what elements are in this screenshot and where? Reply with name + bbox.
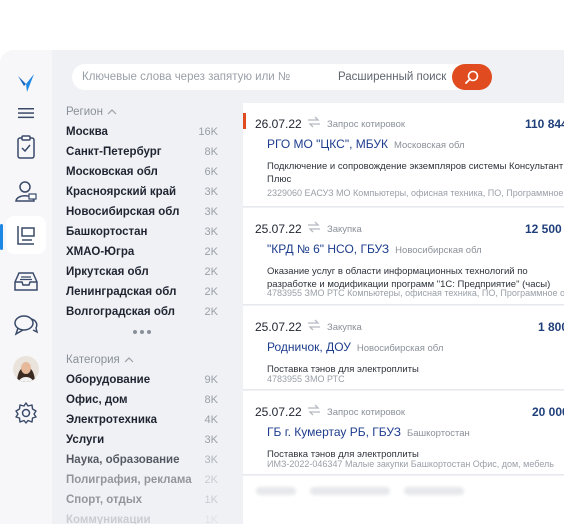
menu-icon[interactable] [6, 94, 46, 132]
filter-item[interactable]: ХМАО-Югра 2K [66, 242, 218, 262]
customer-link[interactable]: ГБ г. Кумертау РБ, ГБУЗ Башкортостан [267, 425, 470, 439]
filter-item[interactable]: Услуги 3K [66, 430, 218, 450]
filter-item[interactable]: Ленинградская обл 2K [66, 282, 218, 302]
tender-date: 25.07.22 [255, 405, 302, 419]
gear-icon[interactable] [6, 394, 46, 432]
tender-card[interactable]: 25.07.22 Закупка 12 500 "КРД № 6" НСО, Г… [243, 208, 564, 305]
exchange-icon [308, 116, 320, 128]
avatar[interactable] [6, 350, 46, 388]
inbox-icon[interactable] [6, 262, 46, 300]
show-more-button[interactable] [66, 322, 218, 342]
filter-item[interactable]: Санкт-Петербург 8K [66, 142, 218, 162]
filter-item[interactable]: Оборудование 9K [66, 370, 218, 390]
faded-content [256, 487, 556, 499]
chevron-up-icon [107, 109, 117, 115]
customer-name: Родничок, ДОУ [267, 340, 351, 354]
customer-link[interactable]: Родничок, ДОУ Новосибирская обл [267, 340, 443, 354]
tender-date: 26.07.22 [255, 117, 302, 131]
filter-item[interactable]: Башкортостан 3K [66, 222, 218, 242]
tender-card[interactable]: 25.07.22 Закупка 1 800 Родничок, ДОУ Ново… [243, 306, 564, 390]
customer-region: Башкортостан [406, 428, 470, 439]
filter-item[interactable]: Иркутская обл 2K [66, 262, 218, 282]
filters-panel: Регион Москва 16K Санкт-Петербург 8K Моско… [66, 104, 218, 524]
tender-date: 25.07.22 [255, 320, 302, 334]
filter-item[interactable]: Москва 16K [66, 122, 218, 142]
chat-icon[interactable] [6, 306, 46, 344]
exchange-icon [308, 404, 320, 416]
filter-item[interactable]: Полиграфия, реклама 2K [66, 470, 218, 490]
filter-item[interactable]: Электротехника 4K [66, 410, 218, 430]
tender-price: 1 800 [538, 320, 564, 334]
region-filter-header[interactable]: Регион [66, 104, 218, 120]
region-filter-title: Регион [66, 106, 103, 118]
procurement-type: Закупка [327, 322, 362, 333]
active-marker [0, 224, 3, 250]
customer-link[interactable]: РГО МО "ЦКС", МБУК Московская обл [267, 137, 465, 151]
customer-region: Новосибирская обл [395, 245, 482, 256]
tender-price: 20 000 [532, 405, 564, 419]
filter-item[interactable]: Наука, образование 3K [66, 450, 218, 470]
tender-card-partial [243, 476, 564, 524]
search-button[interactable] [452, 64, 492, 90]
tender-meta: 4783955 ЗМО РТС [267, 374, 345, 384]
customer-name: ГБ г. Кумертау РБ, ГБУЗ [267, 425, 401, 439]
exchange-icon [308, 221, 320, 233]
filter-item[interactable]: Красноярский край 3K [66, 182, 218, 202]
customer-name: "КРД № 6" НСО, ГБУЗ [267, 242, 390, 256]
advanced-search-link[interactable]: Расширенный поиск [338, 71, 446, 83]
filter-item[interactable]: Офис, дом 8K [66, 390, 218, 410]
procurement-type: Закупка [327, 224, 362, 235]
new-indicator [243, 113, 246, 129]
tender-description: Подключение и сопровождение экземпляров … [267, 161, 564, 185]
tender-price: 12 500 [525, 222, 562, 236]
category-filter-title: Категория [66, 354, 120, 366]
filter-item[interactable]: Коммуникации 1K [66, 510, 218, 524]
tender-price: 110 844 [525, 117, 564, 131]
category-filter-header[interactable]: Категория [66, 352, 218, 368]
tender-date: 25.07.22 [255, 222, 302, 236]
chevron-up-icon [124, 357, 134, 363]
tender-card[interactable]: 26.07.22 Запрос котировок 110 844 РГО МО… [243, 103, 564, 207]
filter-item[interactable]: Спорт, отдых 1K [66, 490, 218, 510]
document-icon[interactable] [6, 216, 46, 254]
customer-name: РГО МО "ЦКС", МБУК [267, 137, 388, 151]
tender-meta: 2329060 ЕАСУЗ МО Компьютеры, офисная тех… [267, 188, 564, 198]
results-list: 26.07.22 Запрос котировок 110 844 РГО МО… [243, 103, 564, 524]
app-window: Расширенный поиск Регион Москва16K Санкт… [0, 50, 564, 524]
search-icon [465, 70, 479, 84]
customer-region: Московская обл [393, 140, 465, 151]
customer-link[interactable]: "КРД № 6" НСО, ГБУЗ Новосибирская обл [267, 242, 482, 256]
clipboard-icon[interactable] [6, 128, 46, 166]
tender-card[interactable]: 25.07.22 Запрос котировок 20 000 ГБ г. К… [243, 391, 564, 475]
filter-item[interactable]: Новосибирская обл 3K [66, 202, 218, 222]
procurement-type: Запрос котировок [327, 119, 406, 130]
user-icon[interactable] [6, 172, 46, 210]
tender-meta: 4783955 ЗМО РТС Компьютеры, офисная техн… [267, 288, 564, 298]
customer-region: Новосибирская обл [356, 343, 444, 354]
tender-meta: ИМЗ-2022-046347 Малые закупки Башкортост… [267, 459, 554, 469]
filter-item[interactable]: Московская обл 6K [66, 162, 218, 182]
exchange-icon [308, 319, 320, 331]
filter-item[interactable]: Волгоградская обл 2K [66, 302, 218, 322]
sidebar-rail [0, 50, 52, 524]
search-input[interactable] [82, 64, 322, 90]
procurement-type: Запрос котировок [327, 407, 406, 418]
search-bar: Расширенный поиск [72, 64, 492, 90]
